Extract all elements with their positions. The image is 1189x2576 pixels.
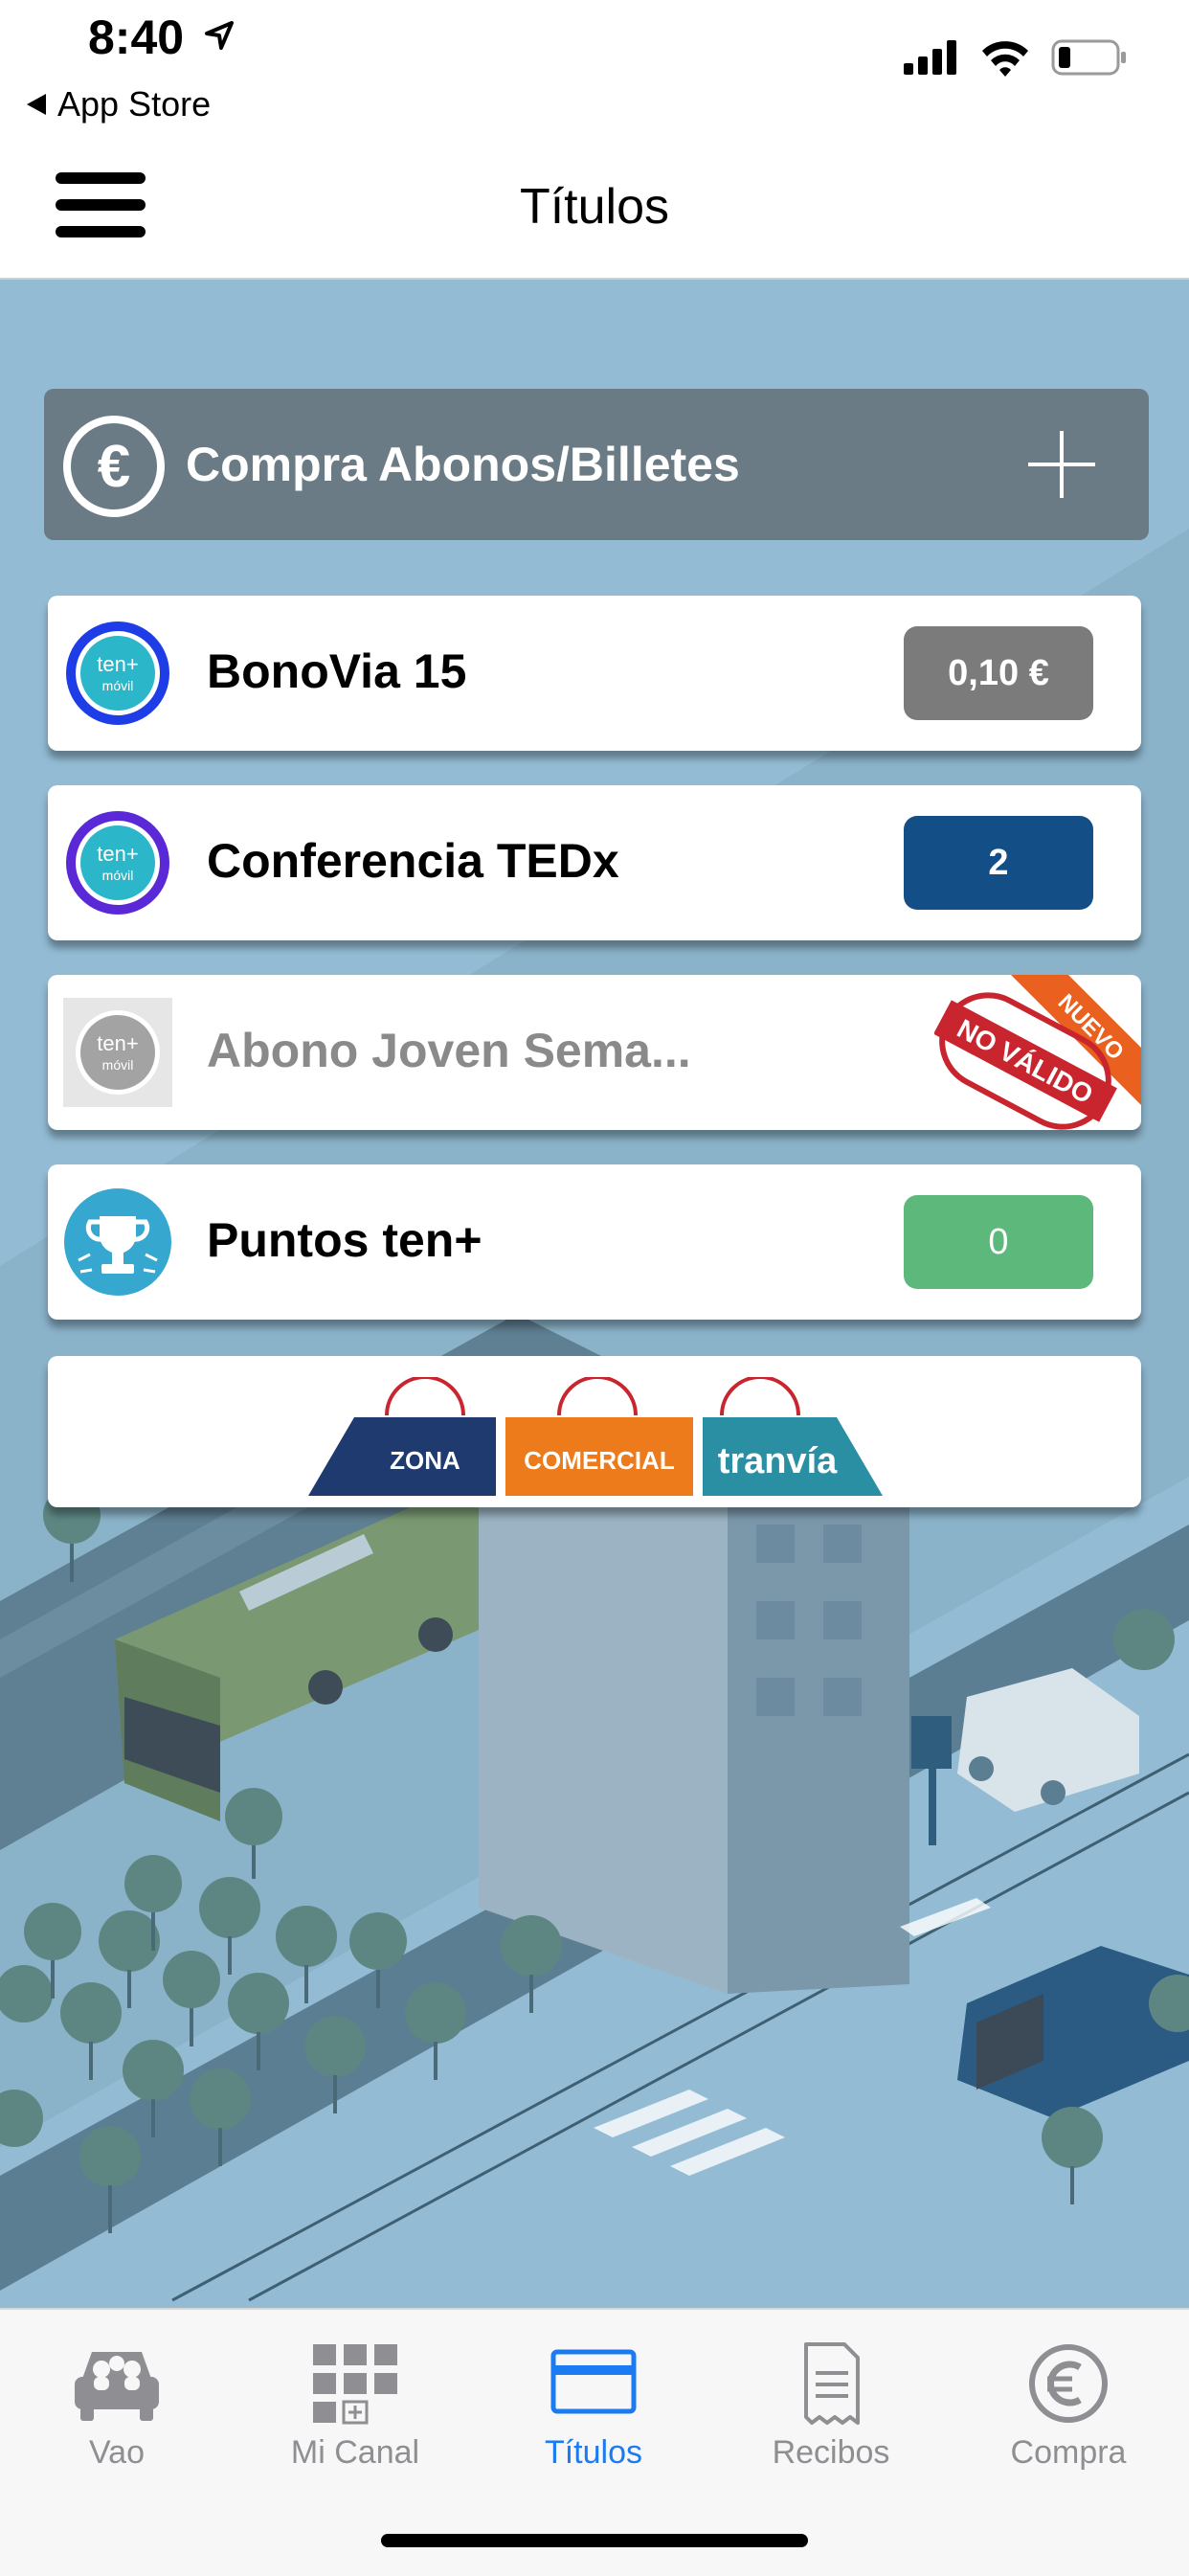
svg-text:ten+: ten+	[97, 842, 138, 866]
tab-label: Compra	[1010, 2434, 1127, 2471]
status-bar: 8:40 App Store	[0, 0, 1189, 144]
tab-compra[interactable]: Compra	[963, 2331, 1174, 2474]
tab-vao[interactable]: Vao	[11, 2331, 222, 2474]
back-label: App Store	[57, 84, 212, 124]
status-time: 8:40	[88, 11, 185, 64]
svg-text:móvil: móvil	[102, 868, 134, 883]
buy-passes-bar[interactable]: € Compra Abonos/Billetes	[44, 389, 1149, 540]
title-card-abono-joven[interactable]: ten+ móvil Abono Joven Sema... NUEVO NO …	[48, 975, 1141, 1130]
tab-label: Vao	[89, 2434, 145, 2471]
wifi-icon	[982, 41, 1028, 77]
tab-label: Títulos	[544, 2434, 643, 2471]
tab-titulos[interactable]: Títulos	[488, 2331, 699, 2474]
system-icons	[904, 38, 1128, 77]
car-pool-icon	[75, 2352, 159, 2421]
zona-comercial-tranvia-logo: ZONA COMERCIAL tranvía	[308, 1377, 883, 1496]
title-name: Conferencia TEDx	[207, 834, 619, 888]
battery-icon	[1051, 39, 1126, 76]
page-title: Títulos	[519, 179, 670, 235]
points-badge: 0	[904, 1195, 1093, 1289]
tab-mi-canal[interactable]: Mi Canal	[250, 2331, 460, 2474]
svg-text:móvil: móvil	[102, 1057, 134, 1073]
plus-icon[interactable]	[1028, 431, 1095, 498]
navigation-bar: Títulos	[0, 144, 1189, 280]
svg-text:móvil: móvil	[102, 678, 134, 693]
ticket-card-icon	[550, 2349, 637, 2414]
back-to-app-store[interactable]: App Store	[27, 84, 211, 124]
tab-label: Recibos	[772, 2434, 890, 2471]
not-valid-stamp: NUEVO NO VÁLIDO	[934, 975, 1141, 1130]
euro-circle-icon	[1029, 2344, 1108, 2423]
title-name: Abono Joven Sema...	[207, 1024, 691, 1077]
tab-label: Mi Canal	[290, 2434, 420, 2471]
title-name: Puntos ten+	[207, 1213, 482, 1267]
title-card-puntos[interactable]: Puntos ten+ 0	[48, 1164, 1141, 1320]
signal-icon	[904, 40, 956, 75]
title-card-tedx[interactable]: ten+ móvil Conferencia TEDx 2	[48, 785, 1141, 940]
svg-text:COMERCIAL: COMERCIAL	[524, 1446, 675, 1475]
title-name: BonoVia 15	[207, 644, 467, 698]
grid-channel-icon	[313, 2344, 397, 2425]
title-card-bonovia[interactable]: ten+ móvil BonoVia 15 0,10 €	[48, 596, 1141, 751]
svg-text:ZONA: ZONA	[390, 1446, 460, 1475]
svg-text:ten+: ten+	[97, 1031, 138, 1055]
back-arrow-icon	[27, 94, 46, 115]
svg-text:ten+: ten+	[97, 652, 138, 676]
zona-comercial-tranvia-banner[interactable]: ZONA COMERCIAL tranvía	[48, 1356, 1141, 1507]
receipt-icon	[804, 2342, 860, 2425]
buy-passes-label: Compra Abonos/Billetes	[186, 438, 740, 491]
svg-text:tranvía: tranvía	[718, 1441, 838, 1481]
location-arrow-icon	[205, 21, 234, 50]
ten-movil-icon: ten+ móvil	[66, 621, 169, 725]
ten-movil-icon-grey: ten+ móvil	[63, 998, 172, 1107]
count-badge: 2	[904, 816, 1093, 910]
tab-recibos[interactable]: Recibos	[726, 2331, 936, 2474]
balance-badge: 0,10 €	[904, 626, 1093, 720]
ten-movil-icon: ten+ móvil	[66, 811, 169, 915]
euro-icon: €	[63, 416, 165, 517]
trophy-icon	[64, 1188, 171, 1296]
home-indicator[interactable]	[381, 2534, 808, 2547]
